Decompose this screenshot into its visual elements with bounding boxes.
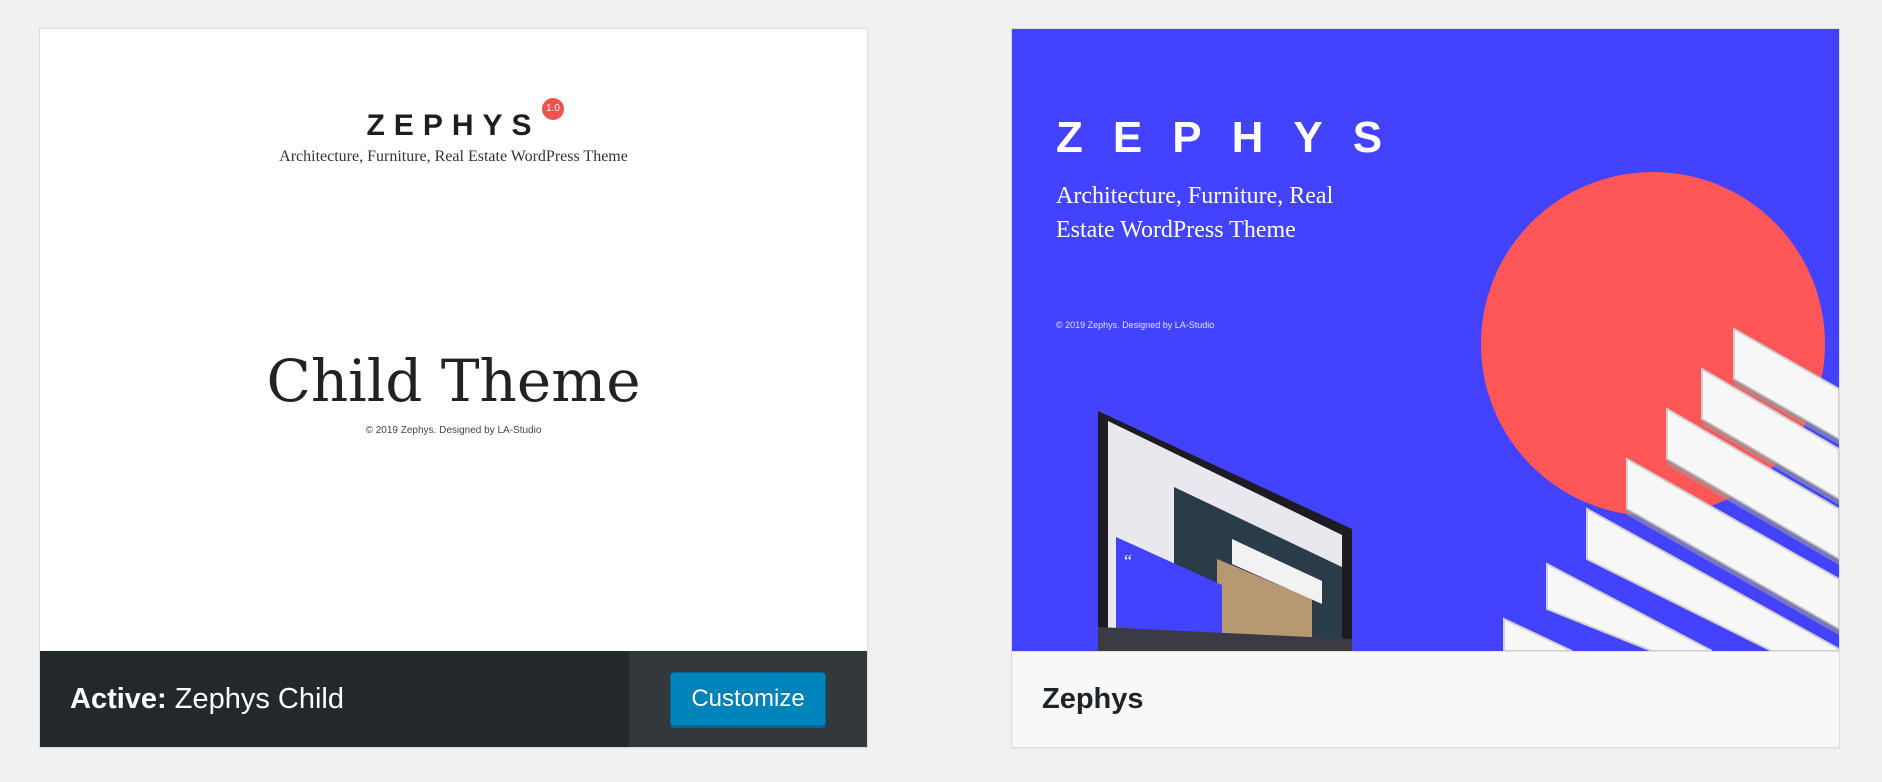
active-label: Active: (70, 683, 167, 715)
theme-screenshot[interactable]: ZEPHYS 1.0 Architecture, Furniture, Real… (40, 29, 867, 651)
theme-tagline: Architecture, Furniture, Real Estate Wor… (1056, 183, 1334, 243)
theme-actions: Customize (629, 651, 867, 747)
theme-card-zephys-child[interactable]: ZEPHYS 1.0 Architecture, Furniture, Real… (39, 28, 868, 748)
theme-name: Zephys (1042, 683, 1144, 715)
building-slats (1503, 327, 1839, 651)
theme-footer: Active: Zephys Child Customize (40, 651, 867, 747)
theme-logo: ZEPHYS (366, 109, 541, 142)
theme-name-text: Zephys Child (174, 683, 345, 715)
theme-logo: ZEPHYS (1056, 113, 1413, 162)
theme-screenshot[interactable]: “ ZEPHYS Architecture, Furniture, Real E… (1012, 29, 1839, 651)
laptop-mockup: “ (1098, 411, 1352, 651)
theme-card-zephys[interactable]: “ ZEPHYS Architecture, Furniture, Real E… (1011, 28, 1840, 748)
theme-tagline: Architecture, Furniture, Real Estate Wor… (279, 148, 628, 165)
theme-footer: Zephys (1012, 651, 1839, 747)
customize-button[interactable]: Customize (670, 672, 826, 726)
svg-text:“: “ (1124, 551, 1132, 571)
theme-copyright: © 2019 Zephys. Designed by LA-Studio (1056, 320, 1215, 330)
theme-copyright: © 2019 Zephys. Designed by LA-Studio (365, 425, 542, 436)
theme-name: Active: Zephys Child (40, 651, 629, 747)
version-badge: 1.0 (542, 98, 564, 120)
child-theme-title: Child Theme (266, 347, 641, 415)
